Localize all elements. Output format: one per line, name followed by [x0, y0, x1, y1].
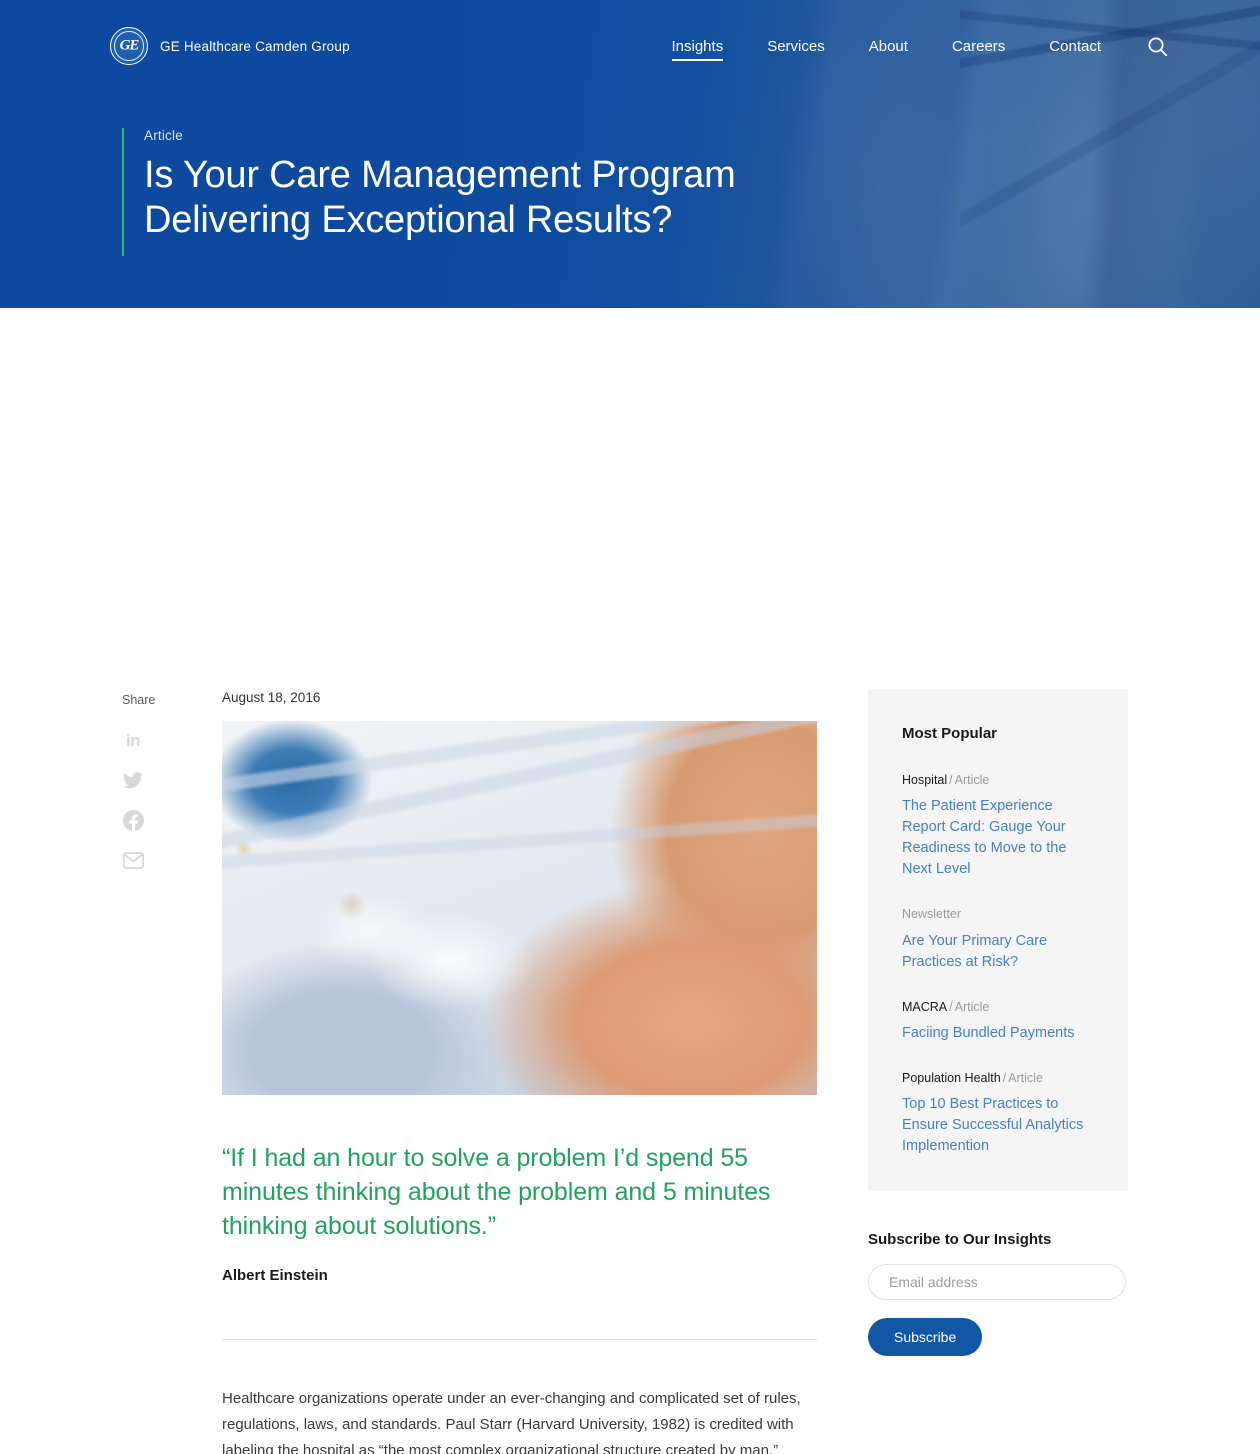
popular-item-link[interactable]: Faciing Bundled Payments: [902, 1023, 1094, 1044]
ge-monogram-icon: GE: [110, 27, 148, 65]
popular-item-category: Newsletter: [902, 907, 962, 922]
ge-logo-text: GE: [119, 37, 140, 53]
popular-item-separator: /: [949, 999, 953, 1014]
share-icon-list: in: [122, 729, 182, 871]
popular-item-type: Article: [954, 773, 990, 787]
popular-item-meta: MACRA / Article: [902, 999, 1094, 1015]
share-linkedin-button[interactable]: in: [122, 729, 144, 751]
article-paragraph: Healthcare organizations operate under a…: [222, 1390, 801, 1454]
article-content: August 18, 2016 “If I had an hour to sol…: [222, 690, 818, 1454]
nav-item-about[interactable]: About: [847, 39, 930, 54]
list-item: MACRA / Article Faciing Bundled Payments: [902, 999, 1094, 1044]
main-navigation: Insights Services About Careers Contact: [650, 36, 1260, 61]
facebook-icon: [122, 809, 144, 831]
hero-banner: GE GE Healthcare Camden Group Insights S…: [0, 0, 1260, 308]
most-popular-title: Most Popular: [902, 725, 998, 742]
twitter-icon: [123, 771, 143, 788]
section-divider: [222, 1339, 817, 1340]
popular-item-link[interactable]: Are Your Primary Care Practices at Risk?: [902, 931, 1094, 973]
popular-item-separator: /: [1002, 1070, 1007, 1085]
brand-logo-link[interactable]: GE GE Healthcare Camden Group: [110, 27, 350, 65]
popular-item-link[interactable]: Top 10 Best Practices to Ensure Successf…: [902, 1094, 1094, 1157]
brand-name: GE Healthcare Camden Group: [160, 38, 350, 54]
popular-item-type: Article: [954, 999, 990, 1014]
share-rail: Share in: [122, 693, 182, 871]
popular-item-meta: Newsletter: [902, 906, 1094, 922]
subscribe-title: Subscribe to Our Insights: [868, 1231, 1052, 1249]
nav-item-careers[interactable]: Careers: [930, 39, 1027, 54]
email-icon: [122, 851, 144, 869]
share-facebook-button[interactable]: [122, 809, 144, 831]
search-icon: [1148, 37, 1168, 56]
search-button[interactable]: [1123, 36, 1168, 57]
sidebar: Most Popular Hospital / Article The Patien…: [868, 689, 1128, 1357]
popular-item-meta: Hospital / Article: [902, 772, 1094, 788]
quote-author: Albert Einstein: [222, 1267, 328, 1284]
popular-item-type: Article: [1008, 1070, 1043, 1085]
linkedin-icon: in: [125, 730, 141, 750]
popular-item-meta: Population Health / Article: [902, 1070, 1094, 1086]
list-item: Hospital / Article The Patient Experience …: [902, 772, 1094, 880]
subscribe-button[interactable]: Subscribe: [868, 1318, 983, 1357]
popular-item-category: Population Health: [902, 1070, 1001, 1085]
share-twitter-button[interactable]: [122, 769, 144, 791]
list-item: Population Health / Article Top 10 Best Pr…: [902, 1070, 1094, 1157]
article-featured-image: [222, 721, 817, 1095]
subscribe-section: Subscribe to Our Insights Subscribe: [868, 1231, 1128, 1357]
popular-item-separator: /: [949, 773, 953, 787]
nav-item-services[interactable]: Services: [745, 39, 847, 54]
hero-text-block: Article Is Your Care Management Program …: [122, 128, 764, 256]
popular-item-link[interactable]: The Patient Experience Report Card: Gaug…: [902, 796, 1094, 880]
share-email-button[interactable]: [122, 849, 144, 871]
share-label: Share: [122, 693, 156, 707]
popular-item-category: MACRA: [902, 999, 948, 1014]
most-popular-panel: Most Popular Hospital / Article The Patien…: [868, 689, 1128, 1192]
email-field[interactable]: [868, 1264, 1126, 1301]
nav-item-insights[interactable]: Insights: [650, 39, 746, 61]
pull-quote: “If I had an hour to solve a problem I’d…: [222, 1144, 771, 1240]
site-header: GE GE Healthcare Camden Group Insights S…: [0, 0, 1260, 92]
list-item: Newsletter Are Your Primary Care Practic…: [902, 906, 1094, 972]
popular-item-category: Hospital: [902, 773, 948, 787]
article-date: August 18, 2016: [222, 690, 321, 705]
hero-eyebrow: Article: [144, 128, 183, 143]
page-title: Is Your Care Management Program Deliveri…: [144, 154, 736, 241]
nav-item-contact[interactable]: Contact: [1027, 39, 1123, 54]
article-body: Healthcare organizations operate under a…: [222, 1386, 818, 1454]
